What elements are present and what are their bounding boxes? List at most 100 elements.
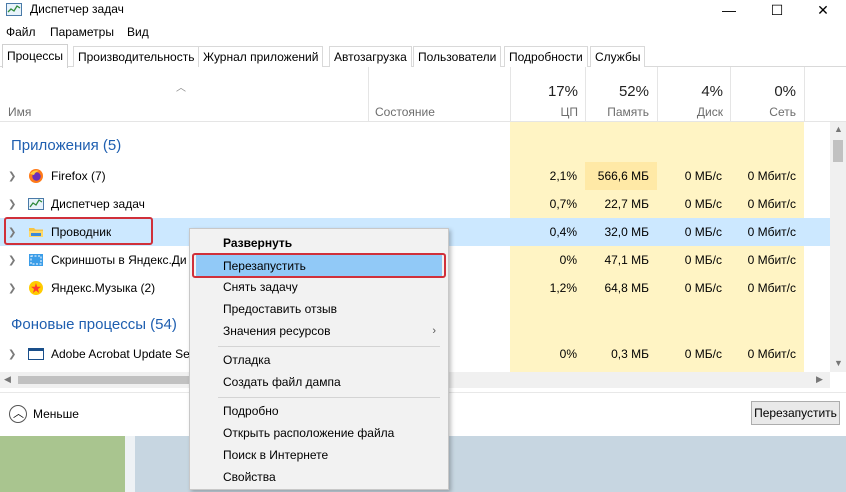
menu-item-expand[interactable]: Развернуть bbox=[190, 232, 448, 254]
group-background-processes[interactable]: Фоновые процессы (54) bbox=[11, 316, 177, 333]
process-network: 0 Мбит/с bbox=[747, 169, 796, 183]
process-disk: 0 МБ/с bbox=[684, 225, 722, 239]
process-network: 0 Мбит/с bbox=[747, 253, 796, 267]
tab-strip: Процессы Производительность Журнал прило… bbox=[0, 44, 846, 68]
chevron-right-icon[interactable]: ❯ bbox=[8, 255, 16, 266]
process-memory: 32,0 МБ bbox=[604, 225, 649, 239]
menu-file[interactable]: Файл bbox=[6, 25, 36, 39]
process-memory: 47,1 МБ bbox=[604, 253, 649, 267]
firefox-icon bbox=[29, 169, 43, 183]
memory-total[interactable]: 52% bbox=[585, 83, 649, 100]
scroll-right-icon[interactable]: ▶ bbox=[816, 374, 823, 385]
tab-performance[interactable]: Производительность bbox=[73, 46, 200, 67]
menu-item-feedback[interactable]: Предоставить отзыв bbox=[190, 298, 448, 320]
process-cpu: 0,7% bbox=[549, 197, 577, 211]
scroll-left-icon[interactable]: ◀ bbox=[4, 374, 11, 385]
menu-options[interactable]: Параметры bbox=[50, 25, 114, 39]
disk-total[interactable]: 4% bbox=[657, 83, 723, 100]
scroll-down-icon[interactable]: ▼ bbox=[834, 358, 843, 368]
close-button[interactable]: ✕ bbox=[800, 0, 846, 20]
process-cpu: 1,2% bbox=[549, 281, 577, 295]
chevron-right-icon[interactable]: ❯ bbox=[8, 283, 16, 294]
process-disk: 0 МБ/с bbox=[684, 169, 722, 183]
submenu-arrow-icon: › bbox=[432, 325, 436, 337]
menu-item-end-task[interactable]: Снять задачу bbox=[190, 276, 448, 298]
fewer-details-button[interactable]: ︿ bbox=[9, 405, 27, 423]
restart-button[interactable]: Перезапустить bbox=[751, 401, 840, 425]
task-manager-icon bbox=[6, 3, 22, 16]
process-network: 0 Мбит/с bbox=[747, 197, 796, 211]
fewer-details-label[interactable]: Меньше bbox=[33, 407, 79, 421]
tab-details[interactable]: Подробности bbox=[504, 46, 588, 67]
process-name: Яндекс.Музыка (2) bbox=[51, 281, 156, 295]
network-total[interactable]: 0% bbox=[730, 83, 796, 100]
column-name[interactable]: Имя bbox=[8, 105, 31, 119]
process-disk: 0 МБ/с bbox=[684, 347, 722, 361]
process-disk: 0 МБ/с bbox=[684, 281, 722, 295]
menu-bar: Файл Параметры Вид bbox=[0, 22, 846, 42]
menu-item-search-online[interactable]: Поиск в Интернете bbox=[190, 444, 448, 466]
cpu-total[interactable]: 17% bbox=[510, 83, 578, 100]
menu-item-label: Значения ресурсов bbox=[223, 324, 331, 338]
process-cpu: 2,1% bbox=[549, 169, 577, 183]
column-network[interactable]: Сеть bbox=[730, 105, 796, 119]
vertical-scrollbar[interactable]: ▲ ▼ bbox=[830, 122, 846, 372]
menu-item-properties[interactable]: Свойства bbox=[190, 466, 448, 488]
maximize-icon: ☐ bbox=[770, 1, 784, 18]
chevron-up-icon: ︿ bbox=[13, 408, 24, 420]
process-row[interactable]: ❯ Firefox (7) 2,1% 566,6 МБ 0 МБ/с 0 Мби… bbox=[0, 162, 830, 190]
chevron-right-icon[interactable]: ❯ bbox=[8, 349, 16, 360]
minimize-button[interactable]: — bbox=[706, 0, 752, 20]
vertical-scroll-thumb[interactable] bbox=[833, 140, 843, 162]
process-row[interactable]: ❯ Диспетчер задач 0,7% 22,7 МБ 0 МБ/с 0 … bbox=[0, 190, 830, 218]
process-network: 0 Мбит/с bbox=[747, 347, 796, 361]
process-network: 0 Мбит/с bbox=[747, 225, 796, 239]
process-name: Диспетчер задач bbox=[51, 197, 145, 211]
process-network: 0 Мбит/с bbox=[747, 281, 796, 295]
menu-item-create-dump[interactable]: Создать файл дампа bbox=[190, 371, 448, 393]
minimize-icon: — bbox=[722, 2, 736, 18]
menu-item-open-file-location[interactable]: Открыть расположение файла bbox=[190, 422, 448, 444]
adobe-window-icon bbox=[28, 348, 44, 360]
process-memory: 64,8 МБ bbox=[604, 281, 649, 295]
tab-app-history[interactable]: Журнал приложений bbox=[198, 46, 324, 67]
tab-services[interactable]: Службы bbox=[590, 46, 646, 67]
window-title: Диспетчер задач bbox=[30, 2, 124, 16]
process-cpu: 0% bbox=[559, 253, 577, 267]
menu-item-details[interactable]: Подробно bbox=[190, 400, 448, 422]
column-disk[interactable]: Диск bbox=[657, 105, 723, 119]
scroll-up-icon[interactable]: ▲ bbox=[834, 124, 843, 134]
maximize-button[interactable]: ☐ bbox=[754, 0, 800, 20]
yandex-disk-screenshot-icon bbox=[29, 254, 43, 266]
process-cpu: 0,4% bbox=[549, 225, 577, 239]
menu-item-debug[interactable]: Отладка bbox=[190, 349, 448, 371]
tab-startup[interactable]: Автозагрузка bbox=[329, 46, 412, 67]
process-disk: 0 МБ/с bbox=[684, 253, 722, 267]
group-apps[interactable]: Приложения (5) bbox=[11, 137, 121, 154]
process-memory: 0,3 МБ bbox=[611, 347, 649, 361]
process-disk: 0 МБ/с bbox=[684, 197, 722, 211]
column-cpu[interactable]: ЦП bbox=[510, 105, 578, 119]
tab-users[interactable]: Пользователи bbox=[413, 46, 502, 67]
process-name: Скриншоты в Яндекс.Ди bbox=[51, 253, 187, 267]
column-status[interactable]: Состояние bbox=[375, 105, 435, 119]
highlight-restart-outline bbox=[192, 253, 446, 278]
title-bar: Диспетчер задач — ☐ ✕ bbox=[0, 0, 846, 20]
process-memory: 566,6 МБ bbox=[585, 162, 657, 190]
tab-processes[interactable]: Процессы bbox=[2, 44, 69, 68]
menu-item-resource-values[interactable]: Значения ресурсов › bbox=[190, 320, 448, 342]
process-memory: 22,7 МБ bbox=[604, 197, 649, 211]
task-manager-icon bbox=[28, 198, 44, 210]
yandex-music-icon bbox=[29, 281, 43, 295]
chevron-right-icon[interactable]: ❯ bbox=[8, 199, 16, 210]
sort-chevron-up-icon: ︿ bbox=[176, 83, 186, 94]
process-cpu: 0% bbox=[559, 347, 577, 361]
column-headers: ︿ Имя Состояние 17% ЦП 52% Память 4% Дис… bbox=[0, 67, 846, 122]
chevron-right-icon[interactable]: ❯ bbox=[8, 171, 16, 182]
menu-view[interactable]: Вид bbox=[127, 25, 149, 39]
highlight-explorer-outline bbox=[4, 217, 153, 245]
column-memory[interactable]: Память bbox=[585, 105, 649, 119]
process-name: Adobe Acrobat Update Se bbox=[51, 347, 190, 361]
close-icon: ✕ bbox=[817, 1, 829, 18]
process-name: Firefox (7) bbox=[51, 169, 106, 183]
